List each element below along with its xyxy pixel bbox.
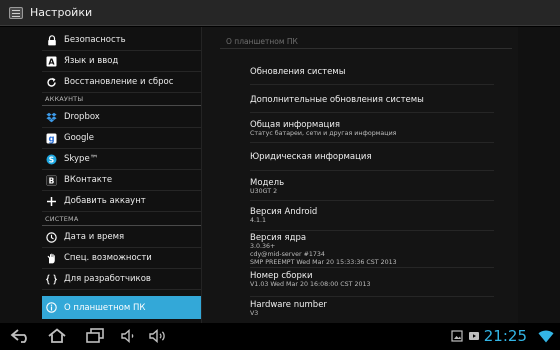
settings-content: Безопасность A Язык и ввод Восстановлени… — [0, 27, 560, 323]
sidebar-item-label: Восстановление и сброс — [64, 77, 174, 87]
sidebar-item-label: Язык и ввод — [64, 56, 119, 66]
recent-apps-icon[interactable] — [82, 327, 108, 345]
hardware-number-item: Hardware number V3 — [250, 297, 494, 323]
section-header-system: СИСТЕМА — [42, 214, 201, 226]
volume-down-icon[interactable] — [118, 327, 140, 345]
sidebar-item-label: О планшетном ПК — [64, 302, 146, 313]
sidebar-item-security[interactable]: Безопасность — [42, 30, 201, 51]
status-area: 21:25 — [446, 327, 554, 345]
settings-sidebar: Безопасность A Язык и ввод Восстановлени… — [42, 30, 201, 323]
about-pane: О планшетном ПК Обновления системы Допол… — [202, 27, 518, 323]
settings-icon[interactable] — [8, 5, 24, 21]
item-summary: U30GT 2 — [250, 188, 278, 195]
sidebar-item-google[interactable]: g Google — [42, 128, 201, 149]
svg-text:g: g — [48, 134, 54, 143]
google-g-icon: g — [46, 133, 57, 144]
skype-icon: S — [46, 154, 57, 165]
app-title: Настройки — [30, 6, 93, 19]
sidebar-item-add-account[interactable]: Добавить аккаунт — [42, 191, 201, 212]
item-summary: cdy@mid-server #1734 — [250, 251, 325, 258]
item-summary: Статус батареи, сети и другая информация — [250, 130, 397, 137]
sidebar-item-label: Dropbox — [64, 112, 100, 122]
home-icon[interactable] — [44, 327, 70, 345]
sidebar-item-language[interactable]: A Язык и ввод — [42, 51, 201, 72]
info-icon — [46, 302, 57, 313]
lock-icon — [46, 34, 57, 46]
item-title: Модель — [250, 178, 285, 188]
item-summary: 3.0.36+ — [250, 243, 276, 250]
sidebar-item-accessibility[interactable]: Спец. возможности — [42, 248, 201, 269]
sidebar-item-label: Добавить аккаунт — [64, 196, 146, 206]
item-title: Общая информация — [250, 120, 340, 130]
item-title: Версия Android — [250, 207, 318, 217]
item-summary: 4.1.1 — [250, 217, 267, 224]
item-title: Юридическая информация — [250, 152, 372, 162]
wifi-icon — [538, 329, 554, 343]
build-number-item: Номер сборки V1.03 Wed Mar 20 16:08:00 C… — [250, 268, 494, 297]
sidebar-item-datetime[interactable]: Дата и время — [42, 227, 201, 248]
item-title: Дополнительные обновления системы — [250, 95, 424, 105]
item-summary: SMP PREEMPT Wed Mar 20 15:33:36 CST 2013 — [250, 259, 397, 266]
kernel-version-item: Версия ядра 3.0.36+ cdy@mid-server #1734… — [250, 231, 494, 268]
sidebar-item-label: Google — [64, 133, 94, 143]
android-version-item: Версия Android 4.1.1 — [250, 201, 494, 231]
svg-text:A: A — [48, 57, 55, 66]
back-icon[interactable] — [8, 327, 34, 345]
legal-item[interactable]: Юридическая информация — [250, 143, 494, 171]
model-item: Модель U30GT 2 — [250, 171, 494, 201]
status-item[interactable]: Общая информация Статус батареи, сети и … — [250, 113, 494, 143]
volume-up-icon[interactable] — [146, 327, 170, 345]
item-summary: V3 — [250, 310, 259, 317]
sidebar-item-label: ВКонтакте — [64, 175, 113, 185]
sidebar-item-backup[interactable]: Восстановление и сброс — [42, 72, 201, 93]
clock[interactable]: 21:25 — [484, 327, 527, 345]
extra-updates-item[interactable]: Дополнительные обновления системы — [250, 85, 494, 113]
system-updates-item[interactable]: Обновления системы — [250, 57, 494, 85]
about-header: О планшетном ПК — [226, 37, 298, 46]
sidebar-item-label: Безопасность — [64, 35, 126, 45]
refresh-icon — [46, 77, 57, 88]
item-title: Версия ядра — [250, 233, 307, 243]
sidebar-item-about[interactable]: О планшетном ПК — [42, 296, 201, 319]
sidebar-item-label: Skype™ — [64, 154, 99, 164]
item-title: Обновления системы — [250, 67, 346, 77]
screenshot-icon — [451, 330, 463, 342]
dropbox-icon — [46, 112, 57, 123]
sidebar-item-dropbox[interactable]: Dropbox — [42, 107, 201, 128]
item-title: Номер сборки — [250, 271, 313, 281]
sidebar-item-label: Для разработчиков — [64, 274, 151, 284]
vk-icon: B — [46, 174, 57, 186]
section-header-accounts: АККАУНТЫ — [42, 94, 201, 106]
sidebar-item-label: Дата и время — [64, 232, 125, 242]
braces-icon — [46, 273, 57, 285]
media-icon — [468, 330, 480, 342]
action-bar: Настройки — [0, 0, 560, 26]
item-title: Hardware number — [250, 300, 327, 310]
sidebar-item-skype[interactable]: S Skype™ — [42, 149, 201, 170]
item-summary: V1.03 Wed Mar 20 16:08:00 CST 2013 — [250, 281, 371, 288]
hand-icon — [46, 253, 57, 264]
sidebar-item-label: Спец. возможности — [64, 253, 152, 263]
clock-icon — [46, 231, 57, 243]
plus-icon — [46, 196, 57, 207]
svg-text:B: B — [49, 176, 55, 185]
svg-text:S: S — [49, 155, 54, 164]
keyboard-a-icon: A — [46, 56, 57, 67]
sidebar-item-vkontakte[interactable]: B ВКонтакте — [42, 170, 201, 191]
header-divider — [220, 48, 512, 49]
sidebar-item-developer[interactable]: Для разработчиков — [42, 269, 201, 290]
system-bar: 21:25 — [0, 323, 560, 350]
